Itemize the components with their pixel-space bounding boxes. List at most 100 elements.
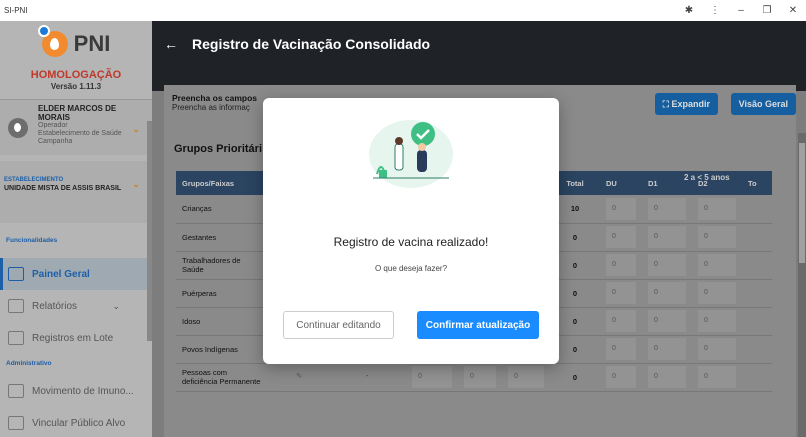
input-cell[interactable]: 0 (642, 335, 692, 364)
input-cell[interactable]: 0 (692, 335, 742, 364)
input-cell[interactable]: 0 (692, 195, 742, 224)
cell-value[interactable]: 0 (698, 197, 736, 220)
close-icon[interactable]: ✕ (780, 5, 806, 16)
input-cell[interactable]: 0 (600, 251, 642, 280)
input-cell[interactable]: 0 (642, 195, 692, 224)
input-cell[interactable] (742, 195, 772, 224)
cell-value[interactable]: 0 (648, 226, 686, 248)
dash-value: - (365, 373, 369, 380)
input-cell[interactable] (742, 251, 772, 280)
input-cell[interactable]: 0 (692, 307, 742, 336)
expand-button[interactable]: ⛶ Expandir (654, 93, 718, 115)
cell-value[interactable]: 0 (698, 338, 736, 360)
sidebar-item-vincular[interactable]: Vincular Público Alvo (0, 407, 152, 437)
dash-cell: - (322, 363, 406, 392)
input-cell[interactable]: 0 (692, 251, 742, 280)
establishment-selector[interactable]: ESTABELECIMENTO UNIDADE MISTA DE ASSIS B… (0, 161, 152, 223)
reports-icon (8, 299, 24, 313)
sidebar-item-registros-lote[interactable]: Registros em Lote (0, 322, 152, 354)
cell-value[interactable]: 0 (412, 366, 452, 388)
row-name: Pessoas com deficiência Permanente (176, 363, 270, 392)
input-cell[interactable]: 0 (600, 223, 642, 252)
user-name: ELDER MARCOS DE MORAIS (38, 104, 117, 122)
cell-value[interactable]: 0 (464, 366, 496, 388)
cell-value[interactable]: 0 (648, 338, 686, 360)
cell-value[interactable]: 0 (508, 366, 544, 388)
cell-value[interactable]: 0 (606, 338, 636, 360)
cell-value[interactable]: 0 (606, 310, 636, 332)
cell-value[interactable]: 0 (606, 254, 636, 276)
input-cell[interactable]: 0 (458, 363, 502, 392)
window-titlebar: SI-PNI ✱ ⋮ – ❐ ✕ (0, 0, 806, 21)
vaccination-illustration-icon (369, 120, 453, 188)
input-cell[interactable]: 0 (642, 223, 692, 252)
col-to: To (742, 171, 772, 195)
cell-value[interactable]: 0 (648, 254, 686, 276)
input-cell[interactable]: 0 (406, 363, 458, 392)
sidebar-item-movimento[interactable]: Movimento de Imuno... (0, 375, 152, 407)
cell-value[interactable]: 0 (698, 226, 736, 248)
input-cell[interactable]: 0 (502, 363, 550, 392)
cell-value[interactable]: 0 (698, 282, 736, 304)
input-cell[interactable]: 0 (642, 279, 692, 308)
cell-value[interactable]: 0 (648, 310, 686, 332)
sidebar-item-label: Vincular Público Alvo (32, 417, 126, 429)
input-cell[interactable]: 0 (600, 279, 642, 308)
input-cell[interactable] (742, 279, 772, 308)
input-cell[interactable] (742, 307, 772, 336)
sidebar-item-label: Painel Geral (32, 268, 90, 280)
cell-value[interactable]: 0 (698, 366, 736, 388)
edit-pencil-icon[interactable]: ✎ (276, 366, 316, 388)
more-icon[interactable]: ⋮ (702, 5, 728, 16)
cell-value[interactable]: 0 (606, 366, 636, 388)
chevron-down-icon[interactable]: ⌄ (132, 124, 140, 135)
chevron-down-icon[interactable]: ⌄ (112, 301, 120, 312)
chevron-down-icon[interactable]: ⌄ (132, 179, 140, 190)
dashboard-icon (8, 267, 24, 281)
maximize-icon[interactable]: ❐ (754, 5, 780, 16)
environment-label: HOMOLOGAÇÃO (30, 69, 122, 81)
cell-value[interactable]: 0 (648, 366, 686, 388)
input-cell[interactable]: 0 (642, 363, 692, 392)
main-scrollbar[interactable] (798, 133, 806, 437)
input-cell[interactable] (742, 223, 772, 252)
section-admin: Administrativo (6, 360, 52, 367)
sidebar-item-relatorios[interactable]: Relatórios ⌄ (0, 290, 152, 322)
back-arrow-icon[interactable]: ← (164, 36, 178, 52)
input-cell[interactable]: 0 (600, 335, 642, 364)
header-bar: ← Registro de Vacinação Consolidado (152, 21, 806, 67)
minimize-icon[interactable]: – (728, 5, 754, 16)
cell-value[interactable]: 0 (606, 282, 636, 304)
overview-button[interactable]: Visão Geral (730, 93, 796, 115)
pni-logo-icon (37, 25, 68, 57)
input-cell[interactable] (742, 363, 772, 392)
input-cell[interactable]: 0 (692, 279, 742, 308)
avatar (8, 118, 28, 138)
total-cell: 0 (550, 363, 600, 392)
confirm-update-button[interactable]: Confirmar atualização (417, 311, 539, 339)
input-cell[interactable]: 0 (642, 307, 692, 336)
user-role: Operador (38, 122, 68, 129)
sidebar-item-painel-geral[interactable]: Painel Geral (0, 258, 152, 290)
input-cell[interactable]: 0 (692, 223, 742, 252)
pin-icon[interactable]: ✱ (676, 5, 702, 16)
cell-value[interactable]: 0 (698, 254, 736, 276)
logo-text: PNI (73, 31, 111, 56)
cell-value[interactable]: 0 (648, 282, 686, 304)
input-cell[interactable]: 0 (642, 251, 692, 280)
page-title: Registro de Vacinação Consolidado (192, 36, 431, 52)
cell-value[interactable]: 0 (606, 226, 636, 248)
cell-value[interactable]: 0 (606, 197, 636, 220)
cell-value[interactable]: 0 (698, 310, 736, 332)
input-cell[interactable]: 0 (600, 307, 642, 336)
input-cell[interactable]: 0 (692, 363, 742, 392)
input-cell[interactable]: 0 (600, 363, 642, 392)
input-cell[interactable]: 0 (600, 195, 642, 224)
expand-icon: ⛶ (662, 98, 672, 109)
continue-editing-button[interactable]: Continuar editando (283, 311, 394, 339)
user-card[interactable]: ELDER MARCOS DE MORAIS Operador Estabele… (0, 99, 152, 155)
cell-value[interactable]: 0 (648, 197, 686, 220)
input-cell[interactable] (742, 335, 772, 364)
modal-title: Registro de vacina realizado! (333, 235, 489, 249)
edit-cell[interactable]: ✎ (270, 363, 322, 392)
